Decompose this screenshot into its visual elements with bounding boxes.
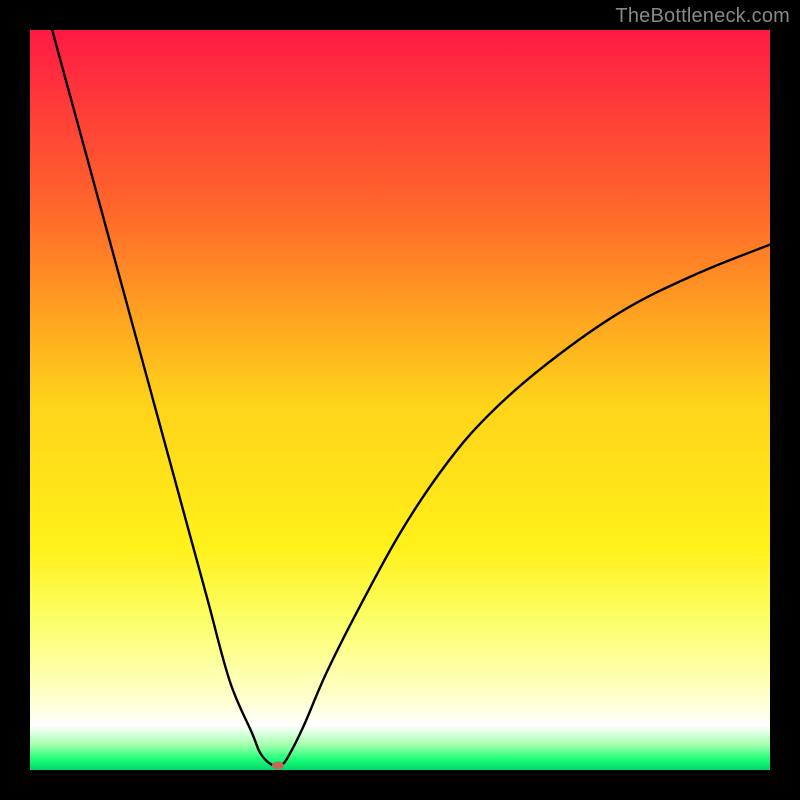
optimum-marker xyxy=(272,762,284,770)
curve-layer xyxy=(30,30,770,770)
bottleneck-curve xyxy=(52,30,770,766)
watermark-text: TheBottleneck.com xyxy=(615,5,790,28)
chart-frame: TheBottleneck.com xyxy=(0,0,800,800)
plot-area xyxy=(30,30,770,770)
